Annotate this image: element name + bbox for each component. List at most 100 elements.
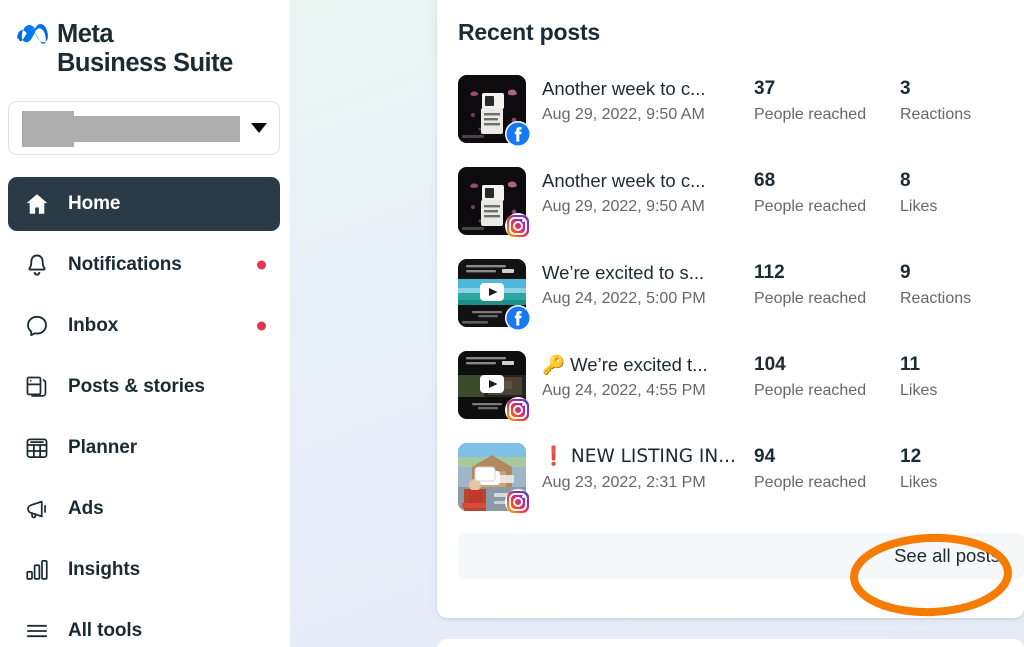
post-date: Aug 23, 2022, 2:31 PM — [542, 474, 706, 491]
sidebar-item-label: Insights — [68, 559, 141, 580]
sidebar: Meta Business Suite Home Notifications I… — [0, 0, 290, 647]
sidebar-item-home[interactable]: Home — [8, 177, 280, 231]
table-row[interactable]: We’re excited to s... Aug 24, 2022, 5:00… — [458, 257, 1024, 349]
engagement-value: 12 — [900, 446, 922, 467]
post-date: Aug 29, 2022, 9:50 AM — [542, 198, 705, 215]
sidebar-item-label: Posts & stories — [68, 376, 205, 397]
sidebar-item-ads[interactable]: Ads — [8, 482, 280, 536]
next-card-top-edge — [437, 639, 1024, 647]
account-name-redacted — [22, 109, 245, 147]
calendar-grid-icon — [22, 433, 52, 463]
engagement-value: 3 — [900, 78, 911, 99]
brand-title: Meta Business Suite — [57, 20, 233, 77]
post-text-block: ❗ NEW LISTING IN... Aug 23, 2022, 2:31 P… — [542, 441, 754, 494]
post-title: We’re excited to s... — [542, 262, 705, 283]
sidebar-nav: Home Notifications Inbox Posts & stories… — [8, 177, 280, 647]
post-title: ❗ NEW LISTING IN... — [542, 446, 736, 467]
sidebar-item-planner[interactable]: Planner — [8, 421, 280, 475]
instagram-icon — [505, 213, 531, 239]
reach-label: People reached — [754, 198, 867, 215]
engagement-label: Reactions — [900, 106, 972, 123]
meta-business-suite-window: Meta Business Suite Home Notifications I… — [0, 0, 1024, 647]
engagement-label: Reactions — [900, 290, 972, 307]
table-row[interactable]: ❗ NEW LISTING IN... Aug 23, 2022, 2:31 P… — [458, 441, 1024, 533]
engagement-label: Likes — [900, 198, 938, 215]
chat-bubble-icon — [22, 311, 52, 341]
post-reach-stat: 112 People reached — [754, 257, 900, 310]
sidebar-item-insights[interactable]: Insights — [8, 543, 280, 597]
post-engagement-stat: 8 Likes — [900, 165, 937, 218]
reach-value: 104 — [754, 354, 786, 375]
page-title: Recent posts — [458, 19, 601, 45]
post-text-block: Another week to c... Aug 29, 2022, 9:50 … — [542, 165, 754, 218]
post-thumbnail[interactable] — [458, 351, 531, 423]
post-title: Another week to c... — [542, 170, 706, 191]
brand-logo: Meta Business Suite — [14, 20, 233, 78]
reach-value: 37 — [754, 78, 776, 99]
post-title: Another week to c... — [542, 78, 706, 99]
post-text-block: We’re excited to s... Aug 24, 2022, 5:00… — [542, 257, 754, 310]
sidebar-item-label: Inbox — [68, 315, 119, 336]
table-row[interactable]: Another week to c... Aug 29, 2022, 9:50 … — [458, 165, 1024, 257]
table-row[interactable]: 🔑 We’re excited t... Aug 24, 2022, 4:55 … — [458, 349, 1024, 441]
engagement-value: 9 — [900, 262, 911, 283]
post-reach-stat: 104 People reached — [754, 349, 900, 402]
sidebar-item-label: Notifications — [68, 254, 182, 275]
post-text-block: Another week to c... Aug 29, 2022, 9:50 … — [542, 73, 754, 126]
bell-icon — [22, 250, 52, 280]
reach-label: People reached — [754, 290, 867, 307]
post-thumbnail[interactable] — [458, 443, 531, 515]
post-date: Aug 29, 2022, 9:50 AM — [542, 106, 705, 123]
post-engagement-stat: 12 Likes — [900, 441, 937, 494]
see-all-posts-link[interactable]: See all posts — [894, 545, 1000, 567]
post-date: Aug 24, 2022, 4:55 PM — [542, 382, 706, 399]
post-reach-stat: 37 People reached — [754, 73, 900, 126]
sidebar-item-label: All tools — [68, 620, 143, 641]
hamburger-icon — [22, 616, 52, 646]
facebook-icon — [505, 121, 531, 147]
facebook-icon — [505, 305, 531, 331]
reach-value: 94 — [754, 446, 776, 467]
post-engagement-stat: 3 Reactions — [900, 73, 971, 126]
home-icon — [22, 189, 52, 219]
post-engagement-stat: 9 Reactions — [900, 257, 971, 310]
engagement-label: Likes — [900, 382, 938, 399]
meta-infinity-icon — [14, 24, 50, 53]
sidebar-item-notifications[interactable]: Notifications — [8, 238, 280, 292]
sidebar-item-label: Ads — [68, 498, 104, 519]
post-thumbnail[interactable] — [458, 259, 531, 331]
megaphone-icon — [22, 494, 52, 524]
notification-badge-dot — [257, 260, 266, 270]
reach-label: People reached — [754, 474, 867, 491]
recent-posts-list: Another week to c... Aug 29, 2022, 9:50 … — [458, 73, 1024, 533]
sidebar-item-posts-stories[interactable]: Posts & stories — [8, 360, 280, 414]
sidebar-item-label: Home — [68, 193, 121, 214]
post-date: Aug 24, 2022, 5:00 PM — [542, 290, 706, 307]
inbox-badge-dot — [257, 321, 266, 331]
recent-posts-card: Recent posts Another week to c... Aug 29… — [437, 0, 1024, 618]
posts-stories-icon — [22, 372, 52, 402]
post-reach-stat: 68 People reached — [754, 165, 900, 218]
engagement-value: 11 — [900, 354, 921, 375]
post-thumbnail[interactable] — [458, 75, 531, 147]
post-text-block: 🔑 We’re excited t... Aug 24, 2022, 4:55 … — [542, 349, 754, 402]
post-thumbnail[interactable] — [458, 167, 531, 239]
sidebar-item-inbox[interactable]: Inbox — [8, 299, 280, 353]
see-all-posts-bar: See all posts — [458, 533, 1024, 579]
chevron-down-icon[interactable] — [251, 123, 267, 133]
instagram-icon — [505, 397, 531, 423]
account-selector[interactable] — [8, 101, 280, 155]
engagement-value: 8 — [900, 170, 911, 191]
table-row[interactable]: Another week to c... Aug 29, 2022, 9:50 … — [458, 73, 1024, 165]
sidebar-item-label: Planner — [68, 437, 137, 458]
post-title: 🔑 We’re excited t... — [542, 354, 708, 375]
post-reach-stat: 94 People reached — [754, 441, 900, 494]
reach-label: People reached — [754, 106, 867, 123]
reach-value: 68 — [754, 170, 776, 191]
instagram-icon — [505, 489, 531, 515]
bar-chart-icon — [22, 555, 52, 585]
post-engagement-stat: 11 Likes — [900, 349, 937, 402]
reach-label: People reached — [754, 382, 867, 399]
sidebar-item-all-tools[interactable]: All tools — [8, 604, 280, 647]
reach-value: 112 — [754, 262, 785, 283]
